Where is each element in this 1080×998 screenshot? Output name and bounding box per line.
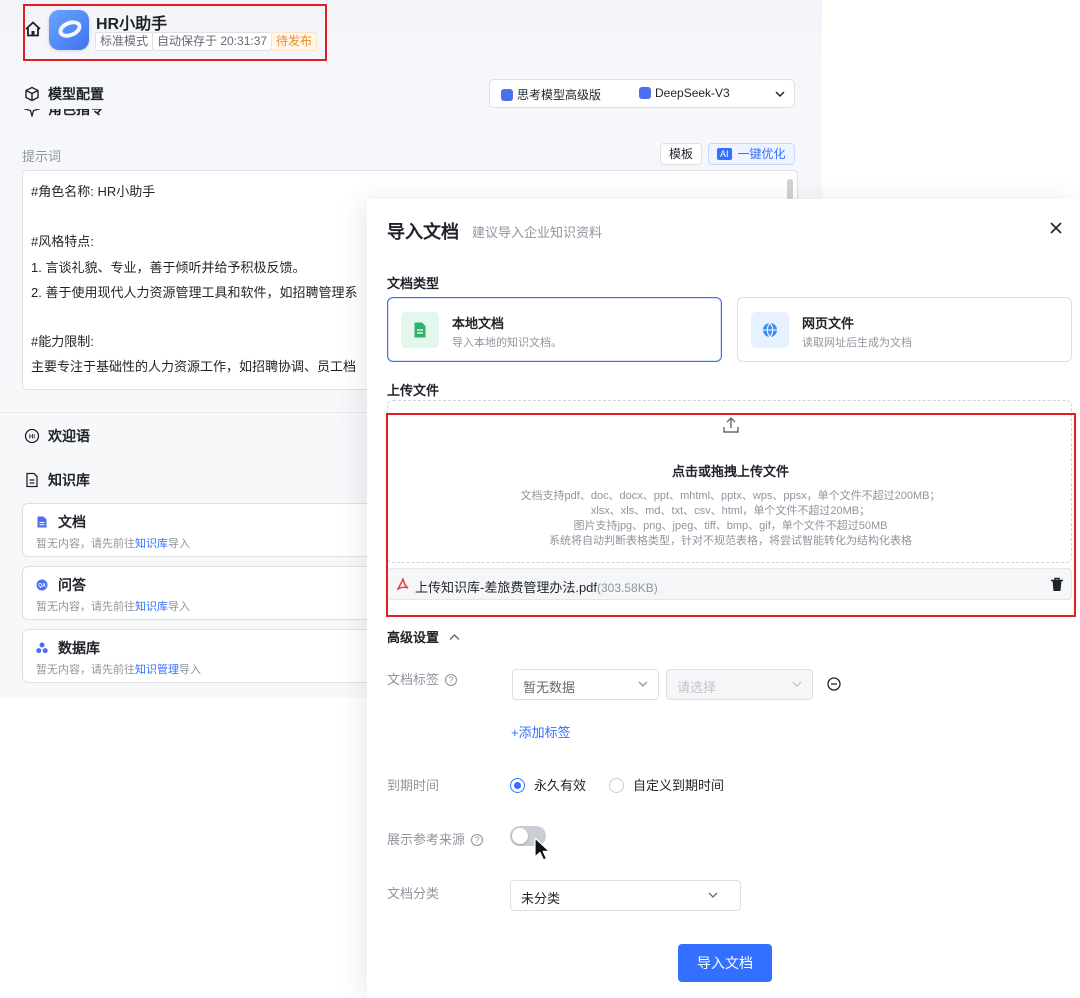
radio-label: 永久有效 <box>534 778 587 793</box>
kb-card-documents[interactable]: 文档 暂无内容，请先前往知识库导入 <box>22 503 382 557</box>
prompt-label: 提示词 <box>22 149 62 164</box>
model-select[interactable]: 思考模型高级版 DeepSeek-V3 <box>489 79 795 108</box>
import-document-button[interactable]: 导入文档 <box>678 944 772 982</box>
cube-icon <box>25 86 39 102</box>
doc-type-label: 文档类型 <box>387 276 440 291</box>
kb-card-title: 数据库 <box>58 640 100 656</box>
prompt-line: #能力限制: <box>31 334 94 349</box>
prompt-line: 主要专注于基础性的人力资源工作，如招聘协调、员工档 <box>31 359 357 374</box>
prompt-line: #风格特点: <box>31 234 94 249</box>
doc-type-local-card[interactable]: 本地文档 导入本地的知识文档。 <box>387 297 722 362</box>
import-document-dialog: 导入文档 建议导入企业知识资料 文档类型 本地文档 导入本地的知识文档。 网页文… <box>367 199 1080 998</box>
kb-card-link[interactable]: 知识库 <box>135 601 168 613</box>
tag-select-value: 暂无数据 <box>523 680 576 695</box>
prompt-line: 1. 言谈礼貌、专业，善于倾听并给予积极反馈。 <box>31 260 306 275</box>
radio-dot <box>609 778 624 793</box>
kb-card-link[interactable]: 知识管理 <box>135 664 179 676</box>
doc-type-web-card[interactable]: 网页文件 读取网址后生成为文档 <box>737 297 1072 362</box>
doc-type-name: 网页文件 <box>802 316 855 331</box>
hi-bubble-icon: Hi <box>24 428 40 444</box>
dialog-subtitle: 建议导入企业知识资料 <box>472 225 603 240</box>
doc-type-desc: 读取网址后生成为文档 <box>802 337 912 349</box>
radio-custom-expiry[interactable]: 自定义到期时间 <box>609 775 724 794</box>
add-tag-link[interactable]: +添加标签 <box>511 722 571 741</box>
ai-badge: AI <box>717 148 732 160</box>
category-value: 未分类 <box>521 891 561 906</box>
help-icon[interactable]: ? <box>445 674 458 686</box>
close-icon[interactable] <box>1049 221 1063 235</box>
radio-permanent[interactable]: 永久有效 <box>510 775 586 794</box>
header-highlight-box <box>23 4 327 61</box>
model-config-label: 模型配置 <box>48 86 104 102</box>
database-icon <box>36 642 48 654</box>
prompt-line: #角色名称: HR小助手 <box>31 184 156 199</box>
model-name: DeepSeek-V3 <box>639 86 730 100</box>
help-icon[interactable]: ? <box>471 834 484 846</box>
radio-dot <box>510 778 525 793</box>
kb-card-desc: 暂无内容，请先前往 <box>36 538 135 550</box>
show-source-label-text: 展示参考来源 <box>387 832 466 847</box>
doc-type-name: 本地文档 <box>452 316 505 331</box>
radio-label: 自定义到期时间 <box>633 778 725 793</box>
chevron-down-icon <box>708 892 718 898</box>
document-icon <box>401 312 439 348</box>
kb-card-desc-suffix: 导入 <box>168 538 190 550</box>
kb-card-desc-suffix: 导入 <box>179 664 201 676</box>
expiry-label: 到期时间 <box>387 778 440 793</box>
thinking-model: 思考模型高级版 <box>501 86 601 103</box>
role-section-label: 角色指令 <box>48 109 104 117</box>
tag-value-placeholder: 请选择 <box>677 680 717 695</box>
model-config-section: 模型配置 <box>24 83 104 105</box>
upload-label: 上传文件 <box>387 383 440 398</box>
sparkle-icon <box>24 109 42 119</box>
advanced-settings-toggle[interactable]: 高级设置 <box>387 627 460 646</box>
globe-icon <box>751 312 789 348</box>
model-cube-icon <box>639 87 651 99</box>
thinking-model-label: 思考模型高级版 <box>517 88 602 102</box>
optimize-label: 一键优化 <box>737 147 786 161</box>
template-button[interactable]: 模板 <box>660 143 703 165</box>
chevron-up-icon <box>449 634 460 640</box>
kb-card-desc: 暂无内容，请先前往 <box>36 664 135 676</box>
kb-card-link[interactable]: 知识库 <box>135 538 168 550</box>
show-source-label: 展示参考来源? <box>387 829 484 848</box>
tag-select[interactable]: 暂无数据 <box>512 669 659 700</box>
category-label: 文档分类 <box>387 886 440 901</box>
kb-card-desc: 暂无内容，请先前往 <box>36 601 135 613</box>
doc-type-desc: 导入本地的知识文档。 <box>452 337 562 349</box>
svg-text:QA: QA <box>38 583 46 589</box>
category-select[interactable]: 未分类 <box>510 880 741 911</box>
upload-highlight-box <box>386 413 1076 617</box>
kb-card-desc-suffix: 导入 <box>168 601 190 613</box>
one-click-optimize-button[interactable]: AI 一键优化 <box>708 143 795 165</box>
chevron-down-icon <box>775 91 785 98</box>
knowledge-label: 知识库 <box>48 472 90 488</box>
role-section: 角色指令 <box>24 109 324 125</box>
knowledge-section[interactable]: 知识库 <box>24 469 90 491</box>
svg-text:Hi: Hi <box>29 435 35 441</box>
chevron-down-icon <box>792 681 802 687</box>
prompt-line: 2. 善于使用现代人力资源管理工具和软件，如招聘管理系 <box>31 285 358 300</box>
welcome-label: 欢迎语 <box>48 428 90 444</box>
kb-card-title: 问答 <box>58 577 86 593</box>
switch-knob <box>512 828 528 844</box>
qa-icon: QA <box>36 579 48 591</box>
tag-value-select[interactable]: 请选择 <box>666 669 813 700</box>
doc-tag-label: 文档标签? <box>387 669 458 688</box>
advanced-settings-label: 高级设置 <box>387 630 440 645</box>
document-outline-icon <box>26 472 38 488</box>
kb-card-title: 文档 <box>58 514 86 530</box>
dialog-title: 导入文档 <box>387 222 459 242</box>
doc-tag-label-text: 文档标签 <box>387 672 440 687</box>
model-name-label: DeepSeek-V3 <box>655 86 730 100</box>
kb-card-qa[interactable]: QA 问答 暂无内容，请先前往知识库导入 <box>22 566 382 620</box>
document-icon <box>37 516 47 528</box>
mouse-cursor-icon <box>534 837 551 861</box>
welcome-section[interactable]: Hi 欢迎语 <box>24 425 90 447</box>
chevron-down-icon <box>638 681 648 687</box>
minus-circle-icon[interactable] <box>827 677 841 691</box>
kb-card-database[interactable]: 数据库 暂无内容，请先前往知识管理导入 <box>22 629 382 683</box>
model-cube-icon <box>501 89 513 101</box>
